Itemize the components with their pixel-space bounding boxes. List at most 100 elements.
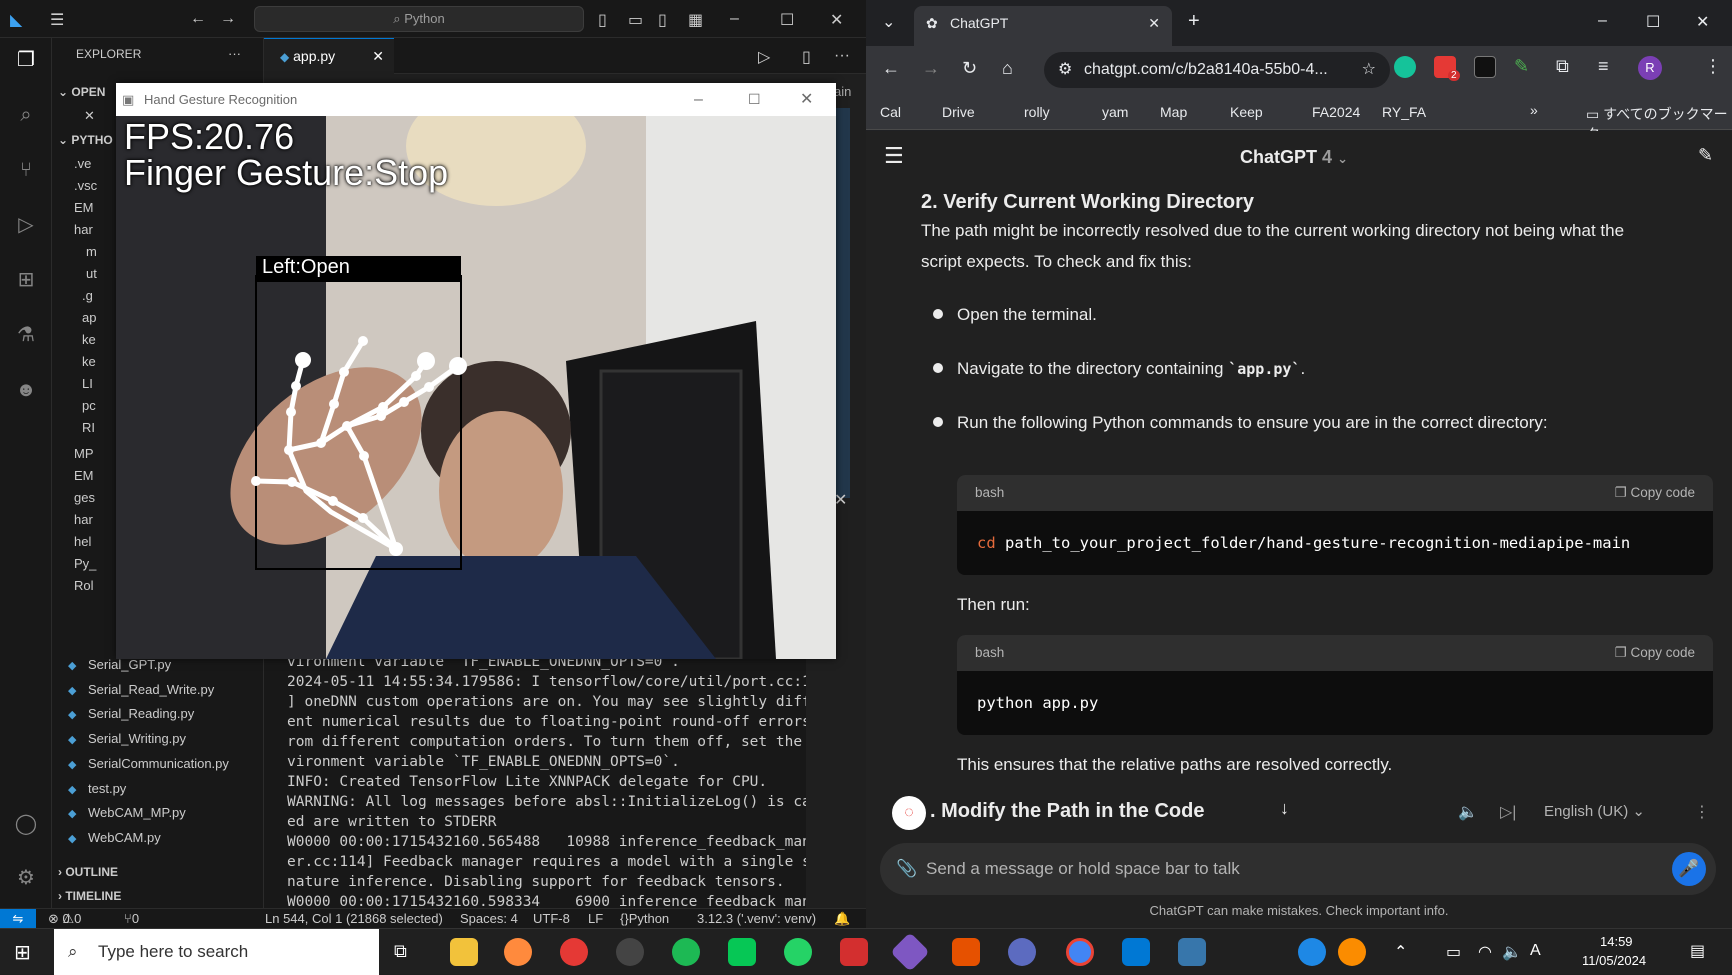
new-tab-icon[interactable]: + <box>1188 10 1200 33</box>
extensions-puzzle-icon[interactable]: ⧉ <box>1556 56 1569 77</box>
voice-language-select[interactable]: English (UK) ⌄ <box>1544 802 1645 820</box>
python-interpreter[interactable]: 3.12.3 ('.venv': venv) <box>697 909 816 928</box>
bookmark-item[interactable]: rolly <box>1024 104 1050 120</box>
minimize-icon[interactable]: – <box>730 10 739 28</box>
forward-arrow-icon[interactable]: → <box>220 10 236 28</box>
search-icon[interactable]: ⌕ <box>12 101 40 129</box>
spotify-icon[interactable] <box>672 938 700 966</box>
tab-chatgpt[interactable]: ✿ ChatGPT ✕ <box>914 6 1172 46</box>
speaker-icon[interactable]: 🔈 <box>1458 802 1478 822</box>
taskbar-search[interactable]: ⌕ Type here to search <box>54 929 379 975</box>
model-selector[interactable]: ChatGPT 4 ⌄ <box>1240 147 1348 168</box>
problems-indicator[interactable]: ⊗ 0 ⚠ 0 <box>48 909 81 928</box>
help-icon[interactable] <box>1298 938 1326 966</box>
bookmark-item[interactable]: Map <box>1160 104 1187 120</box>
file-item[interactable]: ◆ SerialCommunication.py <box>52 752 264 776</box>
wifi-icon[interactable]: ◠ <box>1478 942 1492 962</box>
code-content[interactable]: python app.py <box>957 671 1713 735</box>
forward-icon[interactable]: → <box>922 58 940 79</box>
file-explorer-icon[interactable] <box>450 938 478 966</box>
language-mode[interactable]: {} Python <box>620 909 669 928</box>
git-icon[interactable] <box>890 932 930 972</box>
clock-date[interactable]: 11/05/2024 <box>1582 953 1646 968</box>
customize-layout-icon[interactable]: ▦ <box>688 10 703 30</box>
sidebar-toggle-icon[interactable]: ☰ <box>884 143 904 169</box>
scroll-down-icon[interactable]: ↓ <box>1280 798 1289 819</box>
attach-paperclip-icon[interactable]: 📎 <box>896 843 917 895</box>
tab-close-icon[interactable]: ✕ <box>372 39 384 73</box>
explorer-icon[interactable]: ❐ <box>12 46 40 74</box>
indentation[interactable]: Spaces: 4 <box>460 909 518 928</box>
explorer-more-icon[interactable]: ··· <box>228 42 258 66</box>
voice-more-icon[interactable]: ⋮ <box>1694 802 1710 822</box>
skip-icon[interactable]: ▷| <box>1500 802 1516 822</box>
file-item[interactable]: ◆ test.py <box>52 777 264 801</box>
copy-code-button[interactable]: ❐ Copy code <box>1615 635 1695 671</box>
python-idle-icon[interactable] <box>1178 938 1206 966</box>
run-icon[interactable]: ▷ <box>758 47 770 67</box>
notification-center-icon[interactable]: ▤ <box>1690 941 1705 961</box>
panel-close-icon[interactable]: ✕ <box>834 490 847 510</box>
terminal-output[interactable]: vironment variable `TF_ENABLE_ONEDNN_OPT… <box>264 652 806 908</box>
file-item[interactable]: ◆ Serial_Reading.py <box>52 702 264 726</box>
tab-app-py[interactable]: ◆ app.py ✕ <box>264 38 394 74</box>
vscode-taskbar-icon[interactable] <box>1122 938 1150 966</box>
more-actions-icon[interactable]: ··· <box>834 47 850 65</box>
acrobat-icon[interactable] <box>840 938 868 966</box>
fritzing-icon[interactable] <box>952 938 980 966</box>
file-item[interactable]: ◆ WebCAM_MP.py <box>52 801 264 825</box>
source-control-icon[interactable]: ⑂ <box>12 156 40 184</box>
address-bar[interactable]: ⚙ chatgpt.com/c/b2a8140a-55b0-4... ☆ <box>1044 52 1390 88</box>
extension-pen-icon[interactable]: ✎ <box>1514 56 1529 77</box>
chrome-close-icon[interactable]: ✕ <box>1696 12 1709 32</box>
tray-overflow-icon[interactable]: ⌃ <box>1394 942 1407 962</box>
command-center-search[interactable]: ⌕ Python <box>254 6 584 32</box>
remote-indicator[interactable]: ⇋ <box>0 909 36 928</box>
toggle-sidebar-icon[interactable]: ▯ <box>598 10 607 30</box>
toggle-secondary-sidebar-icon[interactable]: ▯ <box>658 10 667 30</box>
code-content[interactable]: cd path_to_your_project_folder/hand-gest… <box>957 511 1713 575</box>
notifications-bell-icon[interactable]: 🔔 <box>834 909 850 928</box>
recording-indicator-icon[interactable]: ◌ <box>892 796 926 830</box>
minimap[interactable] <box>836 108 850 498</box>
task-view-icon[interactable]: ⧉ <box>394 941 407 962</box>
tab-close-icon[interactable]: ✕ <box>1148 6 1160 40</box>
tool-icon[interactable] <box>1008 938 1036 966</box>
timeline-section[interactable]: › TIMELINE <box>52 884 264 908</box>
split-editor-icon[interactable]: ▯ <box>802 47 811 67</box>
outline-section[interactable]: › OUTLINE <box>52 860 264 884</box>
reload-icon[interactable]: ↻ <box>962 58 977 79</box>
bookmarks-overflow-icon[interactable]: » <box>1530 102 1538 118</box>
ime-indicator-icon[interactable]: A <box>1530 942 1541 960</box>
camera-maximize-icon[interactable]: ☐ <box>748 83 761 116</box>
file-item[interactable]: ◆ Serial_Writing.py <box>52 727 264 751</box>
windows-start-icon[interactable]: ⊞ <box>14 940 31 965</box>
notification-app-icon[interactable] <box>1338 938 1366 966</box>
bookmark-item[interactable]: RY_FA <box>1382 104 1426 120</box>
volume-icon[interactable]: 🔈 <box>1502 942 1522 962</box>
bookmark-item[interactable]: FA2024 <box>1312 104 1360 120</box>
media-controls-icon[interactable]: ≡ <box>1598 56 1609 77</box>
clock-time[interactable]: 14:59 <box>1600 934 1633 949</box>
maximize-icon[interactable]: ☐ <box>780 10 794 30</box>
chrome-maximize-icon[interactable]: ☐ <box>1646 12 1660 32</box>
copilot-icon[interactable]: ☻ <box>12 376 40 404</box>
mic-button-icon[interactable]: 🎤 <box>1672 852 1706 886</box>
testing-icon[interactable]: ⚗ <box>12 321 40 349</box>
settings-icon[interactable] <box>616 938 644 966</box>
battery-icon[interactable]: ▭ <box>1446 942 1461 962</box>
back-icon[interactable]: ← <box>882 58 900 79</box>
home-icon[interactable]: ⌂ <box>1002 58 1013 79</box>
menu-icon[interactable]: ☰ <box>50 10 64 30</box>
extensions-icon[interactable]: ⊞ <box>12 266 40 294</box>
back-arrow-icon[interactable]: ← <box>190 10 206 28</box>
close-icon[interactable]: ✕ <box>830 10 843 30</box>
bookmark-item[interactable]: yam <box>1102 104 1128 120</box>
bookmark-star-icon[interactable]: ☆ <box>1362 52 1376 88</box>
account-icon[interactable]: ◯ <box>12 810 40 838</box>
extension-dark-icon[interactable] <box>1474 56 1496 78</box>
profile-avatar[interactable]: R <box>1638 56 1662 80</box>
file-item[interactable]: ◆ Serial_Read_Write.py <box>52 678 264 702</box>
message-input[interactable]: 📎 Send a message or hold space bar to ta… <box>880 843 1716 895</box>
new-chat-icon[interactable]: ✎ <box>1698 145 1713 166</box>
